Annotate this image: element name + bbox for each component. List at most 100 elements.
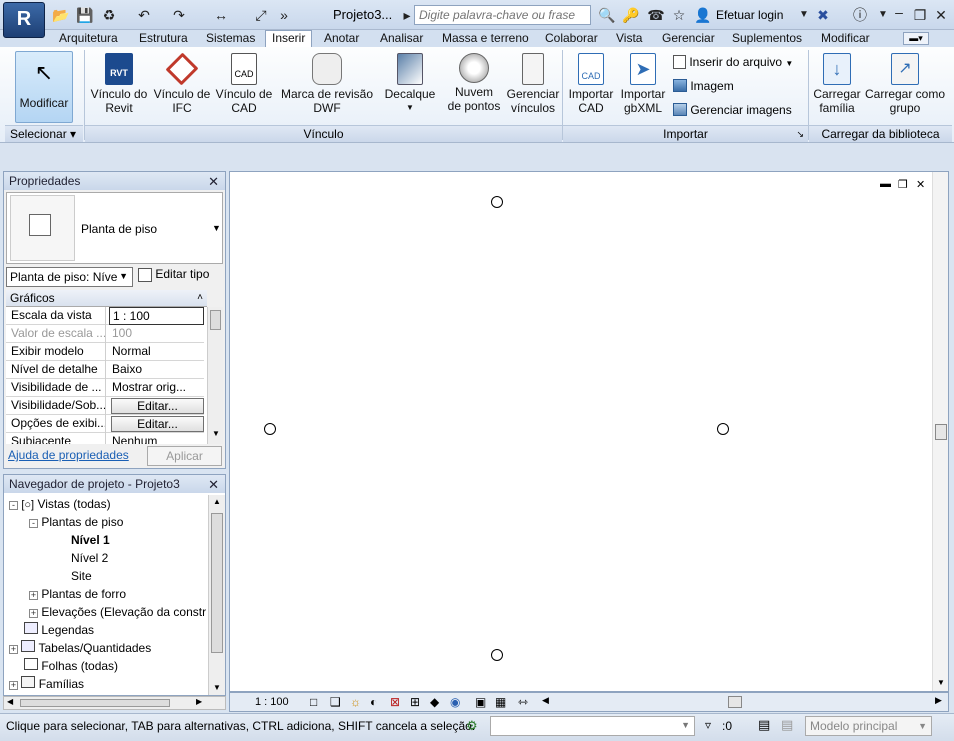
property-value[interactable]: Mostrar orig...: [109, 379, 204, 397]
image-button[interactable]: Imagem: [673, 79, 805, 95]
scroll-down-icon[interactable]: ▼: [212, 429, 220, 438]
save-icon[interactable]: 💾: [76, 6, 94, 24]
tree-item-sheets[interactable]: Folhas (todas): [24, 657, 118, 675]
view-scale-input[interactable]: 1 : 100: [109, 307, 204, 325]
visual-style-icon[interactable]: ❑: [330, 695, 341, 709]
login-link[interactable]: Efetuar login: [716, 8, 783, 22]
instance-filter-select[interactable]: Planta de piso: Níve ▼: [6, 267, 133, 287]
load-family-button[interactable]: ↓ Carregar família: [811, 51, 863, 123]
view-close-icon[interactable]: ✕: [916, 178, 925, 191]
analysis-display-icon[interactable]: ▦: [495, 695, 506, 709]
redo-icon[interactable]: ↷: [170, 6, 188, 24]
type-dropdown-icon[interactable]: ▼: [212, 223, 221, 233]
close-icon[interactable]: ✕: [932, 6, 950, 24]
communication-icon[interactable]: ☎: [647, 6, 665, 24]
scroll-left-icon[interactable]: ◀: [7, 697, 13, 706]
login-dropdown-icon[interactable]: ▼: [795, 6, 813, 24]
constraints-icon[interactable]: ⇿: [518, 695, 528, 709]
undo-icon[interactable]: ↶: [135, 6, 153, 24]
tab-analisar[interactable]: Analisar: [374, 31, 429, 47]
scroll-thumb[interactable]: [211, 513, 223, 653]
hscroll-right-icon[interactable]: ▶: [935, 695, 942, 706]
scroll-down-icon[interactable]: ▼: [937, 678, 945, 687]
import-cad-button[interactable]: CAD Importar CAD: [565, 51, 617, 123]
editable-only-icon[interactable]: ▤: [781, 717, 793, 733]
expand-box-icon[interactable]: +: [9, 645, 18, 654]
tab-vista[interactable]: Vista: [610, 31, 648, 47]
search-input[interactable]: [414, 5, 591, 25]
collapse-box-icon[interactable]: -: [9, 501, 18, 510]
edit-display-options-button[interactable]: Editar...: [111, 416, 204, 432]
view-scale[interactable]: 1 : 100: [255, 696, 289, 708]
type-selector[interactable]: Planta de piso ▼: [6, 192, 223, 264]
tree-item-level-2[interactable]: Nível 2: [71, 549, 108, 567]
import-gbxml-button[interactable]: ➤ Importar gbXML: [617, 51, 669, 123]
manage-images-button[interactable]: Gerenciar imagens: [673, 103, 805, 119]
link-revit-button[interactable]: RVT Vínculo do Revit: [88, 51, 150, 123]
scroll-thumb[interactable]: [20, 699, 170, 707]
binoculars-icon[interactable]: 🔍: [598, 6, 616, 24]
design-options-icon[interactable]: ▤: [758, 717, 770, 733]
tree-item-ceiling-plans[interactable]: + Plantas de forro: [29, 585, 126, 603]
detail-level-icon[interactable]: □: [310, 695, 317, 709]
tab-inserir[interactable]: Inserir: [265, 30, 313, 48]
manage-links-button[interactable]: Gerenciar vínculos: [505, 51, 561, 123]
panel-launcher-icon[interactable]: ↘: [796, 126, 804, 142]
property-value[interactable]: Normal: [109, 343, 204, 361]
tree-item-families[interactable]: + Famílias: [9, 675, 84, 693]
open-icon[interactable]: 📂: [52, 6, 70, 24]
workset-select[interactable]: ▼: [490, 716, 695, 736]
tab-massa-e-terreno[interactable]: Massa e terreno: [436, 31, 535, 47]
edit-type-button[interactable]: Editar tipo: [138, 267, 223, 287]
sync-icon[interactable]: ♻: [100, 6, 118, 24]
browser-close-icon[interactable]: ✕: [208, 476, 219, 494]
canvas-vscrollbar[interactable]: ▼: [932, 172, 948, 691]
apply-button[interactable]: Aplicar: [147, 446, 222, 466]
elevation-marker-north-icon[interactable]: [491, 196, 503, 208]
favorites-star-icon[interactable]: ☆: [670, 6, 688, 24]
subscription-key-icon[interactable]: 🔑: [622, 6, 640, 24]
exchange-apps-icon[interactable]: ✖: [814, 6, 832, 24]
link-cad-button[interactable]: CAD Vínculo de CAD: [213, 51, 275, 123]
tree-item-schedules[interactable]: + Tabelas/Quantidades: [9, 639, 151, 657]
decal-button[interactable]: Decalque ▼: [380, 51, 440, 123]
property-value[interactable]: Baixo: [109, 361, 204, 379]
modify-button[interactable]: ↖ Modificar: [15, 51, 73, 123]
elevation-marker-south-icon[interactable]: [491, 649, 503, 661]
hscroll-left-icon[interactable]: ◀: [542, 695, 549, 706]
help-icon[interactable]: ⓘ: [851, 6, 869, 24]
tree-item-legends[interactable]: Legendas: [24, 621, 94, 639]
browser-hscrollbar[interactable]: ◀ ▶: [3, 696, 226, 710]
point-cloud-button[interactable]: Nuvem de pontos: [444, 51, 504, 123]
tab-colaborar[interactable]: Colaborar: [539, 31, 604, 47]
link-ifc-button[interactable]: Vínculo de IFC: [151, 51, 213, 123]
tab-anotar[interactable]: Anotar: [318, 31, 365, 47]
elevation-marker-west-icon[interactable]: [264, 423, 276, 435]
view-minimize-icon[interactable]: ▬: [880, 178, 891, 190]
properties-close-icon[interactable]: ✕: [208, 173, 219, 191]
load-as-group-button[interactable]: ↗ Carregar como grupo: [863, 51, 947, 123]
scroll-right-icon[interactable]: ▶: [196, 697, 202, 706]
tree-item-level-1[interactable]: Nível 1: [71, 531, 110, 549]
importar-panel-title[interactable]: Importar ↘: [563, 125, 808, 142]
collapse-box-icon[interactable]: -: [29, 519, 38, 528]
tab-arquitetura[interactable]: Arquitetura: [53, 31, 124, 47]
tree-item-views[interactable]: - [○] Vistas (todas): [9, 495, 111, 513]
drawing-canvas[interactable]: ▬ ❐ ✕ ▼: [229, 171, 949, 692]
view-restore-icon[interactable]: ❐: [898, 178, 908, 191]
elevation-marker-east-icon[interactable]: [717, 423, 729, 435]
expand-box-icon[interactable]: +: [9, 681, 18, 690]
expand-box-icon[interactable]: +: [29, 609, 38, 618]
temporary-hide-icon[interactable]: ◉: [450, 695, 460, 709]
ribbon-minimize-toggle-icon[interactable]: ▬▾: [903, 32, 929, 45]
edit-visibility-button[interactable]: Editar...: [111, 398, 204, 414]
user-icon[interactable]: 👤: [694, 6, 712, 24]
aligned-dimension-icon[interactable]: ⤢: [252, 6, 270, 24]
worksets-icon[interactable]: ⚙: [466, 718, 478, 734]
restore-icon[interactable]: ❐: [911, 6, 929, 24]
tab-modificar[interactable]: Modificar: [815, 31, 876, 47]
design-option-select[interactable]: Modelo principal ▼: [805, 716, 932, 736]
sun-path-icon[interactable]: ☼: [350, 695, 361, 709]
scroll-up-icon[interactable]: ▲: [213, 497, 221, 506]
tab-sistemas[interactable]: Sistemas: [200, 31, 261, 47]
